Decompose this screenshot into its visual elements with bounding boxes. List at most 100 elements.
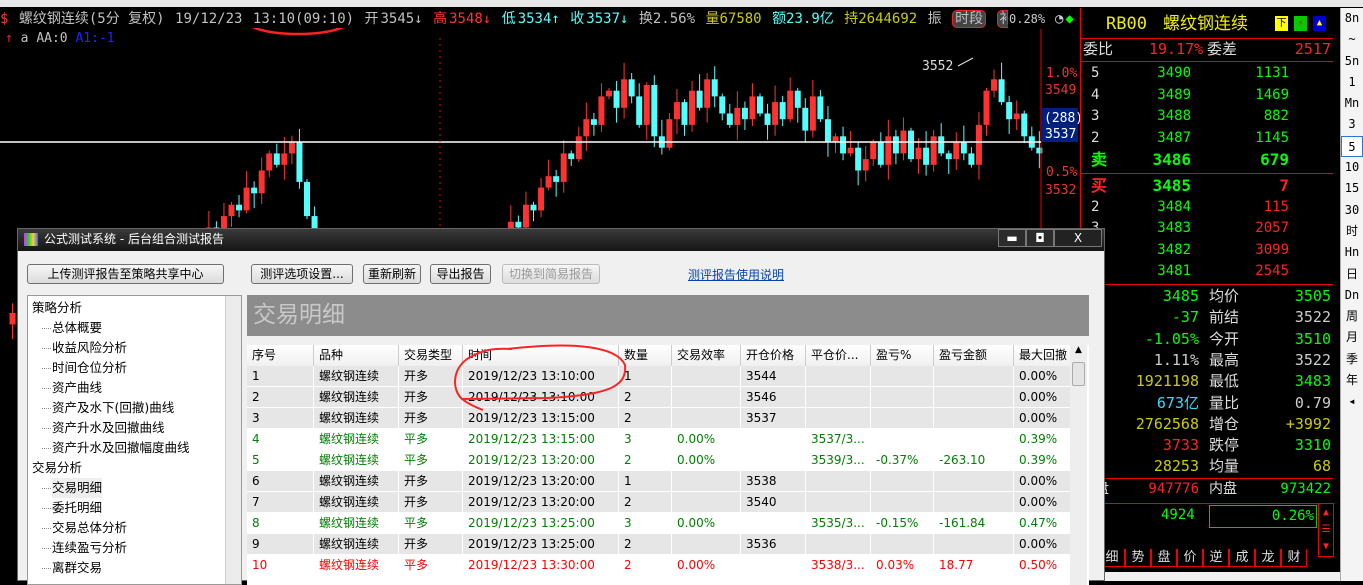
dialog-title-bar[interactable]: 公式测试系统 - 后台组合测试报告 ▬ ◘ X — [18, 229, 1104, 251]
bottom-toolbar[interactable] — [1105, 572, 1340, 581]
table-cell: -0.15% — [871, 513, 934, 534]
inner-label: 内盘 — [1209, 481, 1237, 497]
clock-icon[interactable]: ◔ — [1055, 11, 1063, 27]
period-button[interactable]: 3 — [1341, 114, 1363, 135]
tree-item[interactable]: 总体概要 — [52, 318, 102, 338]
tree-item[interactable]: 资产及水下(回撤)曲线 — [52, 398, 174, 418]
tree-item[interactable]: 资产曲线 — [52, 378, 102, 398]
candle-body — [953, 142, 960, 160]
candle-body — [643, 85, 650, 125]
period-button[interactable]: 日 — [1341, 264, 1363, 285]
candle-body — [304, 181, 310, 217]
options-button[interactable]: 测评选项设置... — [251, 264, 353, 284]
tree-item[interactable]: 时间仓位分析 — [52, 358, 127, 378]
high-label: 高 — [433, 11, 448, 27]
tree-item[interactable]: 收益风险分析 — [52, 338, 127, 358]
period-button[interactable]: 1 — [1341, 72, 1363, 93]
maximize-button[interactable]: ◘ — [1026, 229, 1054, 247]
period-button[interactable]: 15 — [1341, 178, 1363, 199]
period-button[interactable]: 月 — [1341, 327, 1363, 348]
help-link[interactable]: 测评报告使用说明 — [688, 266, 784, 283]
tree-scrollbar[interactable] — [225, 296, 241, 584]
ask-price: 3490 — [1157, 65, 1191, 81]
quote-tab[interactable]: 成 — [1229, 549, 1255, 567]
quote-tab[interactable]: 势 — [1125, 549, 1151, 567]
table-cell: 3535/3... — [806, 513, 871, 534]
period-button[interactable]: 10 — [1341, 157, 1363, 178]
period-button[interactable]: Mn — [1341, 93, 1363, 114]
quote-tab[interactable]: 价 — [1177, 549, 1203, 567]
bid-price: 3481 — [1157, 263, 1191, 279]
table-cell: 0.47% — [1014, 513, 1072, 534]
table-row[interactable]: 6 螺纹钢连续 开多 2019/12/23 13:20:00 1 3538 0.00% — [247, 471, 1072, 492]
quote-tab[interactable]: 逆 — [1203, 549, 1229, 567]
upload-report-button[interactable]: 上传测评报告至策略共享中心 — [27, 264, 224, 284]
low-value: 3534↑ — [517, 11, 560, 27]
down-button[interactable]: 下 — [1275, 16, 1288, 31]
table-cell — [672, 471, 741, 492]
table-cell: 2 — [619, 492, 672, 513]
close-button[interactable]: X — [1054, 229, 1102, 247]
period-button[interactable]: ◂ — [1341, 391, 1363, 412]
candle-body — [877, 142, 884, 165]
bid-volume: 3099 — [1255, 241, 1289, 258]
stat-value: 3733 — [1162, 436, 1199, 455]
period-button[interactable]: 5n — [1341, 51, 1363, 72]
candle-body — [930, 136, 937, 165]
table-row[interactable]: 7 螺纹钢连续 开多 2019/12/23 13:20:00 2 3540 0.00% — [247, 492, 1072, 513]
diamond-icon[interactable]: ◆ — [1065, 11, 1073, 27]
table-row[interactable]: 5 螺纹钢连续 平多 2019/12/23 13:20:00 2 0.00% 3539/3.… — [247, 450, 1072, 471]
bid-price: 3483 — [1157, 220, 1191, 236]
minimize-button[interactable]: ▬ — [998, 229, 1026, 247]
tree-item[interactable]: 委托明细 — [52, 498, 102, 518]
switch-simple-button[interactable]: 切换到简易报告 — [502, 264, 600, 284]
period-button[interactable]: ~ — [1341, 29, 1363, 50]
tree-item[interactable]: 策略分析 — [32, 298, 82, 318]
period-button[interactable]: 5 — [1341, 135, 1363, 158]
period-button[interactable]: Dn — [1341, 285, 1363, 306]
table-cell — [871, 429, 934, 450]
up-button[interactable]: ▲ — [1313, 16, 1326, 31]
quote-tab[interactable]: 财 — [1281, 549, 1307, 567]
tree-item[interactable]: 交易明细 — [52, 478, 103, 498]
table-row[interactable]: 8 螺纹钢连续 平多 2019/12/23 13:25:00 3 0.00% 3535/3.… — [247, 513, 1072, 534]
period-button[interactable]: 年 — [1341, 370, 1363, 391]
annotation-circle-time — [252, 28, 344, 36]
stat-label: 均价 — [1209, 287, 1240, 305]
candle-body — [870, 142, 877, 160]
open-value: 3545↓ — [380, 11, 423, 27]
tree-item[interactable]: 交易总体分析 — [52, 518, 127, 538]
table-cell: 9 — [247, 534, 314, 555]
tree-item[interactable]: 资产升水及回撤曲线 — [52, 418, 165, 438]
table-cell: 0.00% — [1014, 492, 1072, 513]
ask-volume: 679 — [1260, 150, 1289, 169]
candle-body — [1013, 113, 1020, 120]
table-cell: -263.10 — [934, 450, 1014, 471]
scroll-buttons[interactable]: ▲ ☰ ▼ — [1318, 503, 1334, 557]
annotation-overlay — [454, 344, 627, 411]
candle-body — [923, 147, 930, 165]
tree-item[interactable]: 交易分析 — [32, 458, 82, 478]
quote-tab[interactable]: 龙 — [1255, 549, 1281, 567]
table-row[interactable]: 9 螺纹钢连续 开多 2019/12/23 13:25:00 2 3536 0.00% — [247, 534, 1072, 555]
tree-item[interactable]: 连续盈亏分析 — [52, 538, 127, 558]
period-button[interactable]: Hn — [1341, 242, 1363, 263]
quote-tab[interactable]: 盘 — [1151, 549, 1177, 567]
table-cell: 1 — [619, 471, 672, 492]
ask-row: 4 3489 1469 — [1081, 85, 1341, 106]
amount: 额23.9亿 — [772, 11, 834, 27]
period-button[interactable]: 30 — [1341, 200, 1363, 221]
period-button[interactable]: 时段 — [952, 10, 987, 28]
table-row[interactable]: 10 螺纹钢连续 平多 2019/12/23 13:30:00 2 0.00% 3538/3… — [247, 555, 1072, 576]
period-button[interactable]: 时 — [1341, 221, 1363, 242]
table-cell — [672, 492, 741, 513]
tree-item[interactable]: 资产升水及回撤幅度曲线 — [52, 438, 190, 458]
refresh-button[interactable]: 重新刷新 — [363, 264, 421, 284]
period-button[interactable]: 8n — [1341, 8, 1363, 29]
table-row[interactable]: 4 螺纹钢连续 平多 2019/12/23 13:15:00 3 0.00% 3537/3.… — [247, 429, 1072, 450]
period-button[interactable]: 周 — [1341, 306, 1363, 327]
flash-button[interactable]: ⚡ — [1294, 16, 1307, 31]
period-button[interactable]: 季 — [1341, 349, 1363, 370]
export-button[interactable]: 导出报告 — [430, 264, 491, 284]
tree-item[interactable]: 离群交易 — [52, 558, 102, 578]
